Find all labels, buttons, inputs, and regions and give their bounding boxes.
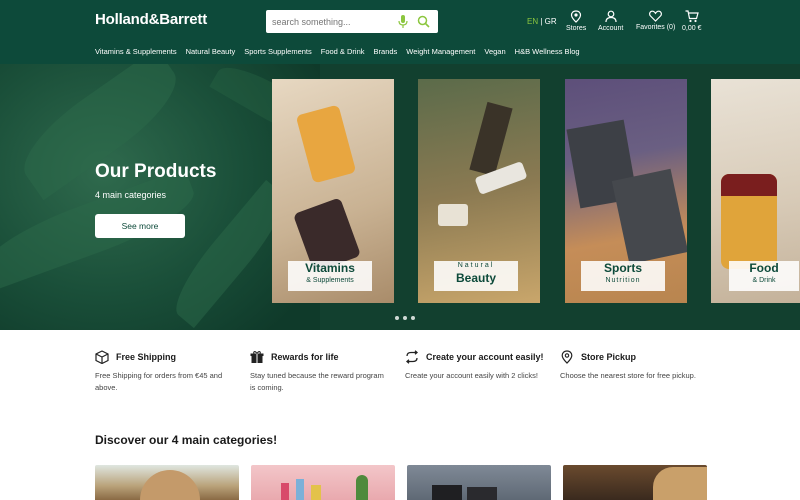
tile-image — [281, 483, 289, 500]
feature-title: Free Shipping — [116, 352, 177, 362]
feature-description: Stay tuned because the reward program is… — [250, 371, 384, 392]
card-label-title: Food — [749, 261, 779, 275]
nav-item-food-drink[interactable]: Food & Drink — [321, 47, 365, 56]
carousel-dots — [395, 316, 415, 320]
gift-icon — [250, 351, 264, 363]
logo[interactable]: Holland&Barrett — [95, 11, 207, 28]
card-label-title: Natural — [457, 262, 495, 269]
location-pin-icon — [571, 10, 582, 23]
sync-arrows-icon — [405, 350, 419, 364]
lang-en[interactable]: EN — [527, 17, 538, 26]
feature-title: Rewards for life — [271, 352, 339, 362]
see-more-button[interactable]: See more — [95, 214, 185, 238]
microphone-icon[interactable] — [398, 15, 408, 33]
beauty-product — [438, 204, 468, 226]
tile-image — [467, 487, 497, 500]
category-tile-sports[interactable] — [407, 465, 551, 500]
search-input[interactable] — [272, 13, 390, 30]
hero-banner: Our Products 4 main categories See more … — [0, 64, 800, 330]
nav-item-vitamins[interactable]: Vitamins & Supplements — [95, 47, 177, 56]
tile-image — [296, 479, 304, 500]
cart-total: 0,00 € — [682, 25, 702, 32]
search-bar — [266, 10, 438, 33]
category-card-sports[interactable]: Sports Nutrition — [565, 79, 687, 303]
card-label: Food & Drink — [729, 261, 799, 291]
heart-icon — [649, 10, 663, 22]
box-icon — [95, 350, 109, 364]
nav-item-blog[interactable]: H&B Wellness Blog — [515, 47, 580, 56]
card-label-subtitle: & Supplements — [306, 277, 354, 284]
hero-subtitle: 4 main categories — [95, 190, 167, 200]
card-label-title: Sports — [603, 261, 642, 275]
account-label: Account — [598, 25, 624, 32]
category-card-vitamins[interactable]: Vitamins & Supplements — [272, 79, 394, 303]
feature-description: Choose the nearest store for free pickup… — [560, 371, 696, 380]
tile-image — [311, 485, 321, 500]
stores-label: Stores — [566, 25, 587, 32]
feature-description: Create your account easily with 2 clicks… — [405, 371, 538, 380]
favorites-link[interactable]: Favorites (0) — [636, 10, 675, 31]
card-label-title: Vitamins — [305, 261, 355, 275]
feature-description: Free Shipping for orders from €45 and ab… — [95, 371, 223, 392]
carousel-dot[interactable] — [395, 316, 399, 320]
account-link[interactable]: Account — [598, 10, 623, 32]
cart-link[interactable]: 0,00 € — [682, 10, 701, 32]
tile-image — [140, 470, 200, 500]
tile-image — [432, 485, 462, 500]
tile-image — [356, 475, 368, 500]
hero-title: Our Products — [95, 161, 217, 182]
nav-item-vegan[interactable]: Vegan — [484, 47, 505, 56]
tile-image — [653, 467, 707, 500]
location-pin-icon — [561, 350, 573, 364]
card-label-subtitle: Nutrition — [605, 277, 641, 284]
feature-title: Store Pickup — [581, 352, 637, 362]
language-switcher: EN | GR — [527, 17, 557, 26]
nav-item-sports[interactable]: Sports Supplements — [244, 47, 312, 56]
feature-title: Create your account easily! — [426, 352, 544, 362]
carousel-dot[interactable] — [403, 316, 407, 320]
stores-link[interactable]: Stores — [566, 10, 586, 32]
nav-item-brands[interactable]: Brands — [374, 47, 398, 56]
card-label: Natural Beauty — [434, 261, 518, 291]
category-tile-beauty[interactable] — [251, 465, 395, 500]
cart-icon — [685, 10, 699, 23]
card-label-subtitle: Beauty — [455, 271, 496, 285]
category-tile-vitamins[interactable] — [95, 465, 239, 500]
card-label: Vitamins & Supplements — [288, 261, 372, 291]
favorites-label: Favorites (0) — [636, 24, 676, 31]
site-header: Holland&Barrett EN | GR Stores Account F… — [0, 0, 800, 64]
category-card-natural-beauty[interactable]: Natural Beauty — [418, 79, 540, 303]
card-label: Sports Nutrition — [581, 261, 665, 291]
category-tile-food[interactable] — [563, 465, 707, 500]
honey-jar-lid — [721, 174, 777, 196]
lang-gr[interactable]: GR — [545, 17, 557, 26]
nav-item-weight[interactable]: Weight Management — [406, 47, 475, 56]
card-label-subtitle: & Drink — [752, 277, 776, 284]
section-heading: Discover our 4 main categories! — [95, 433, 278, 447]
user-icon — [605, 10, 617, 23]
search-icon[interactable] — [417, 15, 430, 33]
category-card-food-drink[interactable]: Food & Drink — [711, 79, 800, 303]
carousel-dot[interactable] — [411, 316, 415, 320]
nav-item-natural-beauty[interactable]: Natural Beauty — [186, 47, 236, 56]
main-nav: Vitamins & Supplements Natural Beauty Sp… — [95, 47, 580, 56]
